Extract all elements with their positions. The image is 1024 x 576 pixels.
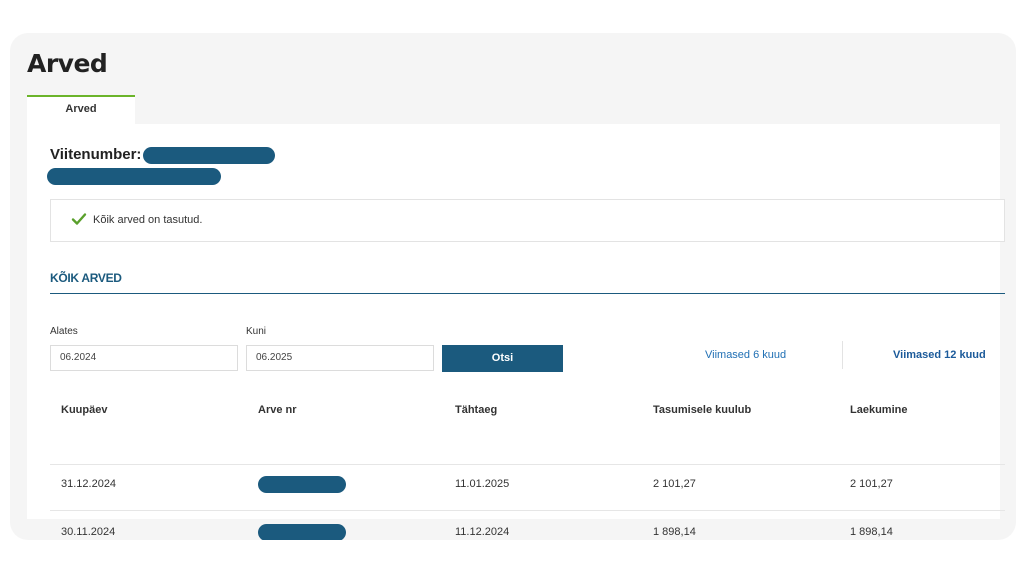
redacted-reference-number: [143, 147, 275, 164]
page-title: Arved: [27, 49, 108, 78]
column-header-due-date: Tähtaeg: [455, 404, 498, 416]
tab-invoices[interactable]: Arved: [27, 95, 135, 124]
column-header-received: Laekumine: [850, 404, 908, 416]
to-input[interactable]: 06.2025: [246, 345, 434, 371]
column-header-date: Kuupäev: [61, 404, 108, 416]
last-6-months-link[interactable]: Viimased 6 kuud: [705, 349, 786, 361]
search-button[interactable]: Otsi: [442, 345, 563, 372]
cell-date: 30.11.2024: [61, 526, 116, 538]
from-label: Alates: [50, 326, 78, 337]
cell-date: 31.12.2024: [61, 478, 117, 490]
status-box: Kõik arved on tasutud.: [50, 199, 1005, 242]
reference-label: Viitenumber:: [50, 146, 142, 163]
section-divider: [50, 293, 1005, 294]
last-12-months-link[interactable]: Viimased 12 kuud: [893, 349, 986, 361]
section-title: KÕIK ARVED: [50, 271, 122, 285]
cell-due-date: 11.12.2024: [455, 526, 510, 538]
row-divider: [50, 510, 1005, 511]
cell-amount-due: 2 101,27: [653, 478, 696, 490]
cell-due-date: 11.01.2025: [455, 478, 510, 490]
to-label: Kuni: [246, 326, 267, 337]
check-icon: [71, 213, 87, 225]
column-header-amount-due: Tasumisele kuulub: [653, 404, 752, 416]
row-divider: [50, 464, 1005, 465]
redacted-invoice-number: [258, 524, 346, 540]
cell-received: 1 898,14: [850, 526, 893, 538]
invoices-card: Arved Arved Viitenumber: Kõik arved on t…: [10, 33, 1016, 540]
cell-received: 2 101,27: [850, 478, 893, 490]
redacted-invoice-number: [258, 476, 346, 493]
quick-link-divider: [842, 341, 843, 369]
redacted-reference-line: [47, 168, 221, 185]
status-message: Kõik arved on tasutud.: [93, 214, 203, 226]
main-content: Viitenumber: Kõik arved on tasutud. KÕIK…: [27, 124, 1005, 540]
column-header-invoice-no: Arve nr: [258, 404, 297, 416]
from-input[interactable]: 06.2024: [50, 345, 238, 371]
cell-amount-due: 1 898,14: [653, 526, 696, 538]
